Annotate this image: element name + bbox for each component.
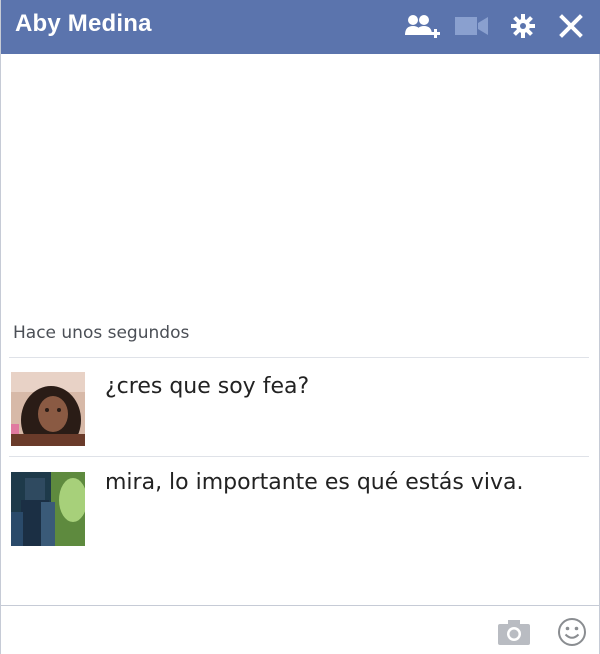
message-item: mira, lo importante es qué estás viva. [1,468,600,554]
divider [9,456,589,457]
chat-title[interactable]: Aby Medina [15,10,152,38]
avatar[interactable] [11,472,85,546]
divider [9,357,589,358]
message-text: mira, lo importante es qué estás viva. [105,470,524,495]
avatar[interactable] [11,372,85,446]
gear-icon[interactable] [509,12,537,40]
add-friends-icon[interactable] [405,13,441,43]
video-call-icon[interactable] [455,16,489,36]
message-item: ¿cres que soy fea? [1,368,600,454]
avatar-girl-image [11,372,85,446]
camera-icon[interactable] [497,618,531,646]
message-list[interactable]: Hace unos segundos ¿cres que soy fea? mi… [1,54,600,604]
close-icon[interactable] [559,14,583,38]
avatar-dark-figure-image [11,472,85,546]
timestamp-label: Hace unos segundos [13,323,190,343]
composer-divider [1,605,600,606]
chat-titlebar[interactable]: Aby Medina [1,0,600,54]
emoji-icon[interactable] [557,617,587,647]
chat-window: Aby Medina Hace unos segundos ¿cres que … [0,0,600,654]
message-text: ¿cres que soy fea? [105,374,310,399]
